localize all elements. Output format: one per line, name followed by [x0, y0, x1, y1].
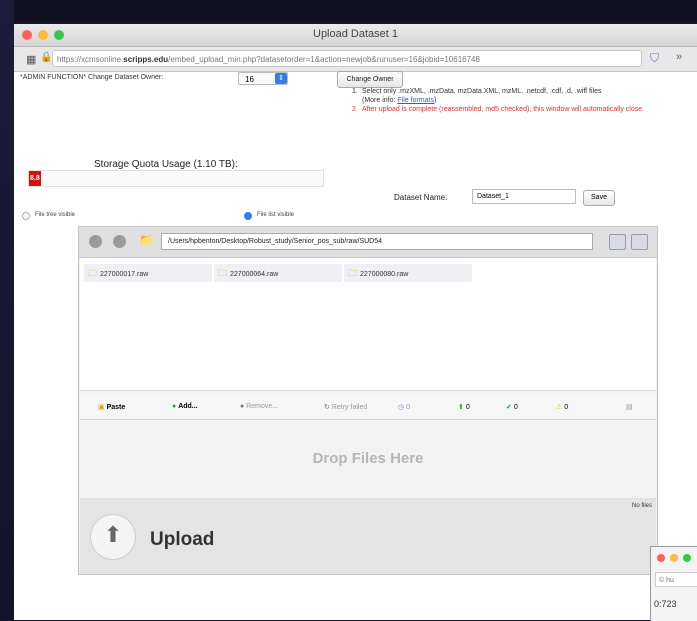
file-icon: 🗀: [218, 268, 228, 278]
upload-window: Upload Dataset 1 ▦ 🔒 https://xcmsonline.…: [14, 24, 697, 620]
files-status: No files: [631, 503, 652, 509]
file-list: 🗀 227000017.raw 🗀 227000064.raw 🗀 227000080…: [80, 258, 656, 390]
uploading-count-value: 0: [465, 404, 470, 411]
quota-progress-fill: 8.8: [29, 171, 41, 186]
up-arrow-icon: ⬆: [458, 404, 464, 411]
close-window-button[interactable]: [657, 554, 665, 562]
instruction-more-info: (More info:: [362, 97, 398, 104]
file-item[interactable]: 🗀 227000017.raw: [84, 264, 212, 282]
done-count: ✔ 0: [506, 403, 518, 411]
file-formats-link[interactable]: File formats: [397, 97, 434, 104]
desktop-menubar: [0, 0, 697, 22]
view-icon[interactable]: [609, 234, 626, 250]
quota-progress-bar: 8.8: [28, 170, 324, 187]
address-bar: ▦ 🔒 https://xcmsonline.scripps.edu/embed…: [14, 47, 697, 72]
forward-button[interactable]: [113, 235, 126, 248]
window-titlebar: Upload Dataset 1: [14, 24, 697, 47]
warning-count: ⚠ 0: [556, 403, 568, 411]
owner-select[interactable]: 16 ⇕: [238, 72, 288, 85]
add-label: Add...: [178, 403, 198, 410]
file-tree-radio[interactable]: [22, 212, 30, 220]
file-uploader: 📁 /Users/hpbenton/Desktop/Robust_study/S…: [78, 226, 658, 575]
upload-arrow-icon: ⬆: [103, 522, 123, 547]
url-prefix: https://xcmsonline.: [57, 55, 124, 64]
change-owner-button[interactable]: Change Owner: [337, 71, 403, 88]
instruction-number: 2.: [352, 106, 358, 113]
url-field[interactable]: https://xcmsonline.scripps.edu/embed_upl…: [52, 50, 642, 67]
pending-count-value: 0: [406, 404, 410, 411]
file-icon: 🗀: [88, 268, 98, 278]
clock-icon: ◷: [398, 404, 405, 411]
file-name: 227000064.raw: [230, 271, 279, 278]
upload-footer: No files ⬆ Upload: [80, 499, 656, 574]
desktop-background: [0, 0, 14, 620]
remove-button[interactable]: ● Remove...: [240, 403, 278, 410]
quota-title: Storage Quota Usage (1.10 TB):: [94, 159, 238, 170]
file-icon: 🗀: [348, 268, 358, 278]
paste-button[interactable]: ▣ Paste: [98, 403, 125, 411]
upload-label[interactable]: Upload: [150, 529, 214, 551]
minimize-window-button[interactable]: [670, 554, 678, 562]
file-item[interactable]: 🗀 227000080.raw: [344, 264, 472, 282]
owner-select-value: 16: [245, 75, 254, 84]
file-list-radio[interactable]: [244, 212, 252, 220]
file-browser-toolbar: 📁 /Users/hpbenton/Desktop/Robust_study/S…: [79, 227, 657, 258]
extension-icon[interactable]: ⛉: [650, 51, 659, 66]
sidebar-icon[interactable]: ▦: [26, 53, 36, 66]
check-icon: ✔: [506, 404, 512, 411]
url-path: /embed_upload_min.php?datasetorder=1&act…: [168, 55, 480, 64]
retry-failed-button[interactable]: ↻ Retry failed: [324, 403, 367, 411]
clipboard-icon: ▣: [98, 404, 105, 411]
back-button[interactable]: [89, 235, 102, 248]
retry-icon: ↻: [324, 404, 330, 411]
instruction-text: Select only .mzXML, .mzData, mzData.XML,…: [362, 88, 602, 95]
path-field[interactable]: /Users/hpbenton/Desktop/Robust_study/Sen…: [161, 233, 593, 250]
instruction-1: 1. Select only .mzXML, .mzData, mzData.X…: [352, 87, 697, 105]
more-icon[interactable]: »: [676, 51, 682, 63]
lock-icon: 🔒: [40, 52, 53, 63]
file-name: 227000080.raw: [360, 271, 409, 278]
dataset-name-label: Dataset Name:: [394, 193, 448, 202]
add-button[interactable]: ● Add...: [172, 403, 198, 410]
settings-icon[interactable]: [631, 234, 648, 250]
page-content: *ADMIN FUNCTION* Change Dataset Owner: 1…: [14, 71, 697, 620]
file-tree-label: File tree visible: [35, 212, 76, 218]
paste-label: Paste: [106, 404, 126, 411]
remove-icon: ●: [240, 403, 245, 410]
warning-count-value: 0: [564, 404, 569, 411]
instruction-2: 2. After upload is complete (reassembled…: [352, 105, 697, 114]
instruction-paren-close: ): [433, 97, 437, 104]
done-count-value: 0: [513, 404, 518, 411]
dataset-name-input[interactable]: Dataset_1: [472, 189, 576, 204]
instruction-text: After upload is complete (reassembled, m…: [362, 106, 645, 113]
background-status-text: 0:723: [654, 599, 677, 609]
save-button[interactable]: Save: [583, 190, 615, 206]
remove-label: Remove...: [246, 403, 279, 410]
window-title: Upload Dataset 1: [313, 28, 398, 40]
url-host: scripps.edu: [123, 55, 169, 64]
drop-zone-text: Drop Files Here: [312, 450, 424, 467]
upload-action-bar: ▣ Paste ● Add... ● Remove... ↻ Retry fai…: [80, 397, 656, 420]
upload-button[interactable]: ⬆: [90, 514, 136, 560]
file-item[interactable]: 🗀 227000064.raw: [214, 264, 342, 282]
add-icon: ●: [172, 403, 177, 410]
pending-count: ◷ 0: [398, 403, 410, 411]
uploading-count: ⬆ 0: [458, 403, 470, 411]
warning-icon: ⚠: [556, 404, 563, 411]
background-url-field[interactable]: © hu: [655, 572, 697, 587]
chevron-updown-icon: ⇕: [275, 73, 287, 84]
log-icon[interactable]: ▤: [626, 403, 633, 411]
file-list-label: File list visible: [257, 212, 295, 218]
folder-icon: 📁: [139, 233, 154, 247]
drop-zone[interactable]: Drop Files Here: [80, 420, 656, 499]
instructions: 1. Select only .mzXML, .mzData, mzData.X…: [352, 87, 697, 114]
owner-label: *ADMIN FUNCTION* Change Dataset Owner:: [20, 74, 164, 81]
file-name: 227000017.raw: [100, 271, 149, 278]
instruction-number: 1.: [352, 88, 358, 95]
retry-label: Retry failed: [331, 404, 368, 411]
background-window[interactable]: © hu 0:723: [650, 546, 697, 621]
zoom-window-button[interactable]: [683, 554, 691, 562]
